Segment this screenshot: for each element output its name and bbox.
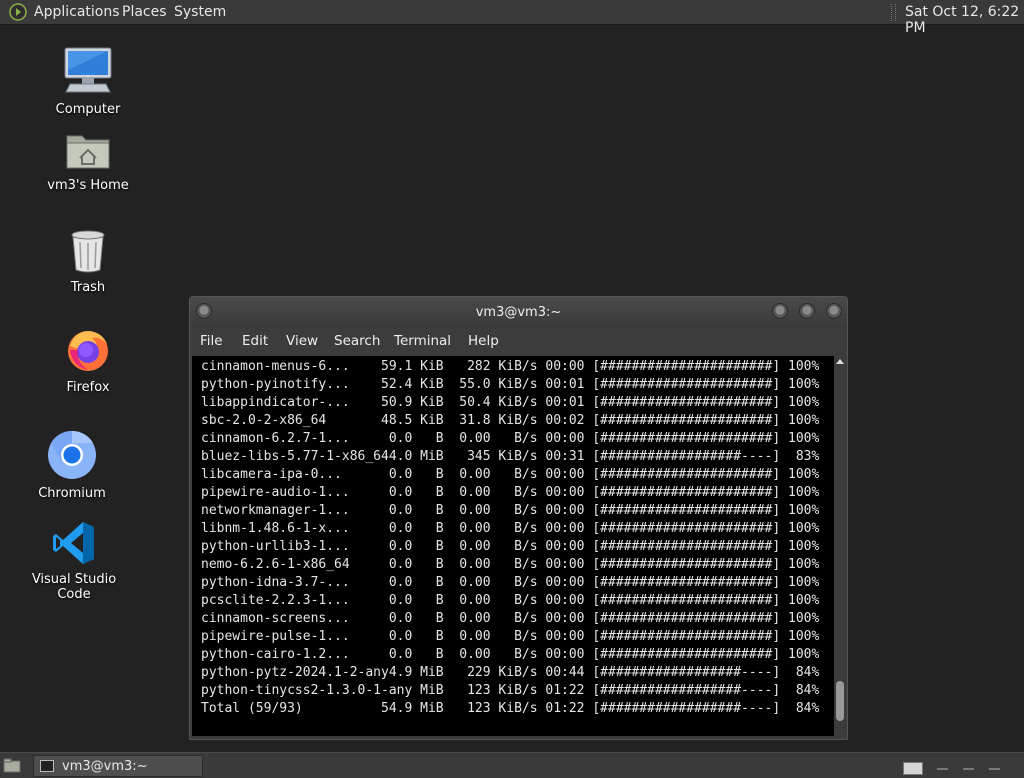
menu-edit[interactable]: Edit — [242, 333, 268, 349]
terminal-line: nemo-6.2.6-1-x86_64 0.0 B 0.00 B/s 00:00… — [201, 557, 820, 572]
desktop-icon-label: vm3's Home — [47, 178, 129, 193]
terminal-line: cinnamon-menus-6... 59.1 KiB 282 KiB/s 0… — [201, 359, 820, 374]
desktop-icon-label: Computer — [55, 102, 121, 117]
trash-icon — [71, 230, 105, 273]
desktop-icon-firefox[interactable]: Firefox — [28, 326, 148, 395]
chromium-icon — [48, 430, 96, 479]
bottom-panel: vm3@vm3:~ — [0, 752, 1024, 778]
scrollbar-thumb[interactable] — [836, 681, 844, 721]
menu-terminal[interactable]: Terminal — [394, 333, 451, 349]
maximize-button[interactable] — [799, 303, 815, 319]
close-button[interactable] — [826, 303, 842, 319]
terminal-line: python-idna-3.7-... 0.0 B 0.00 B/s 00:00… — [201, 575, 820, 590]
scroll-up-arrow-icon[interactable] — [836, 359, 844, 364]
terminal-line: libnm-1.48.6-1-x... 0.0 B 0.00 B/s 00:00… — [201, 521, 820, 536]
desktop-icon-home[interactable]: vm3's Home — [28, 128, 148, 193]
workspace-1[interactable] — [903, 762, 923, 775]
terminal-line: bluez-libs-5.77-1-x86_644.0 MiB 345 KiB/… — [201, 449, 820, 464]
terminal-line: cinnamon-screens... 0.0 B 0.00 B/s 00:00… — [201, 611, 820, 626]
terminal-line: sbc-2.0-2-x86_64 48.5 KiB 31.8 KiB/s 00:… — [201, 413, 820, 428]
system-menu[interactable]: System — [174, 4, 226, 20]
terminal-line: python-urllib3-1... 0.0 B 0.00 B/s 00:00… — [201, 539, 820, 554]
menu-file[interactable]: File — [200, 333, 223, 349]
desktop-icon-computer[interactable]: Computer — [28, 44, 148, 117]
vscode-icon — [53, 522, 94, 564]
desktop-icon-label: Visual Studio Code — [31, 572, 117, 602]
menu-help[interactable]: Help — [468, 333, 499, 349]
terminal-line: pipewire-pulse-1... 0.0 B 0.00 B/s 00:00… — [201, 629, 820, 644]
workspace-2[interactable] — [937, 768, 948, 770]
minimize-button[interactable] — [772, 303, 788, 319]
workspace-4[interactable] — [989, 768, 1000, 770]
window-title: vm3@vm3:~ — [475, 305, 562, 320]
applications-menu[interactable]: Applications — [34, 4, 120, 20]
terminal-line: python-cairo-1.2... 0.0 B 0.00 B/s 00:00… — [201, 647, 820, 662]
menu-logo-icon[interactable] — [9, 3, 27, 21]
terminal-menubar: File Edit View Search Terminal Help — [190, 327, 847, 355]
desktop-icon-label: Chromium — [38, 486, 106, 501]
desktop-icon-trash[interactable]: Trash — [28, 228, 148, 295]
terminal-line: cinnamon-6.2.7-1... 0.0 B 0.00 B/s 00:00… — [201, 431, 820, 446]
desktop-icon-vscode[interactable]: Visual Studio Code — [14, 520, 134, 602]
terminal-line: libcamera-ipa-0... 0.0 B 0.00 B/s 00:00 … — [201, 467, 820, 482]
taskbar-terminal-button[interactable]: vm3@vm3:~ — [33, 755, 203, 777]
home-folder-icon — [66, 135, 110, 169]
terminal-line: pipewire-audio-1... 0.0 B 0.00 B/s 00:00… — [201, 485, 820, 500]
show-desktop-icon[interactable] — [3, 758, 21, 773]
panel-separator — [891, 4, 896, 21]
terminal-window[interactable]: vm3@vm3:~ File Edit View Search Terminal… — [189, 296, 848, 740]
window-titlebar[interactable]: vm3@vm3:~ — [190, 297, 847, 327]
terminal-line: python-tinycss2-1.3.0-1-any MiB 123 KiB/… — [201, 683, 820, 698]
terminal-icon — [40, 760, 54, 772]
desktop-icon-chromium[interactable]: Chromium — [12, 430, 132, 501]
desktop-icon-label: Firefox — [66, 380, 110, 395]
terminal-line: pcsclite-2.2.3-1... 0.0 B 0.00 B/s 00:00… — [201, 593, 820, 608]
terminal-line: python-pytz-2024.1-2-any4.9 MiB 229 KiB/… — [201, 665, 820, 680]
workspace-3[interactable] — [963, 768, 974, 770]
terminal-line: networkmanager-1... 0.0 B 0.00 B/s 00:00… — [201, 503, 820, 518]
computer-icon — [64, 47, 112, 93]
terminal-line: Total (59/93) 54.9 MiB 123 KiB/s 01:22 [… — [201, 701, 820, 716]
terminal-line: libappindicator-... 50.9 KiB 50.4 KiB/s … — [201, 395, 820, 410]
terminal-output[interactable]: cinnamon-menus-6... 59.1 KiB 282 KiB/s 0… — [192, 356, 834, 736]
top-panel: Applications Places System Sat Oct 12, 6… — [0, 0, 1024, 36]
terminal-line: python-pyinotify... 52.4 KiB 55.0 KiB/s … — [201, 377, 820, 392]
taskbar-task-label: vm3@vm3:~ — [62, 759, 148, 774]
menu-view[interactable]: View — [286, 333, 318, 349]
desktop-icon-label: Trash — [70, 280, 106, 295]
places-menu[interactable]: Places — [122, 4, 167, 20]
menu-search[interactable]: Search — [334, 333, 380, 349]
terminal-scrollbar[interactable] — [834, 356, 846, 736]
firefox-icon — [68, 331, 108, 371]
clock[interactable]: Sat Oct 12, 6:22 PM — [905, 4, 1024, 36]
